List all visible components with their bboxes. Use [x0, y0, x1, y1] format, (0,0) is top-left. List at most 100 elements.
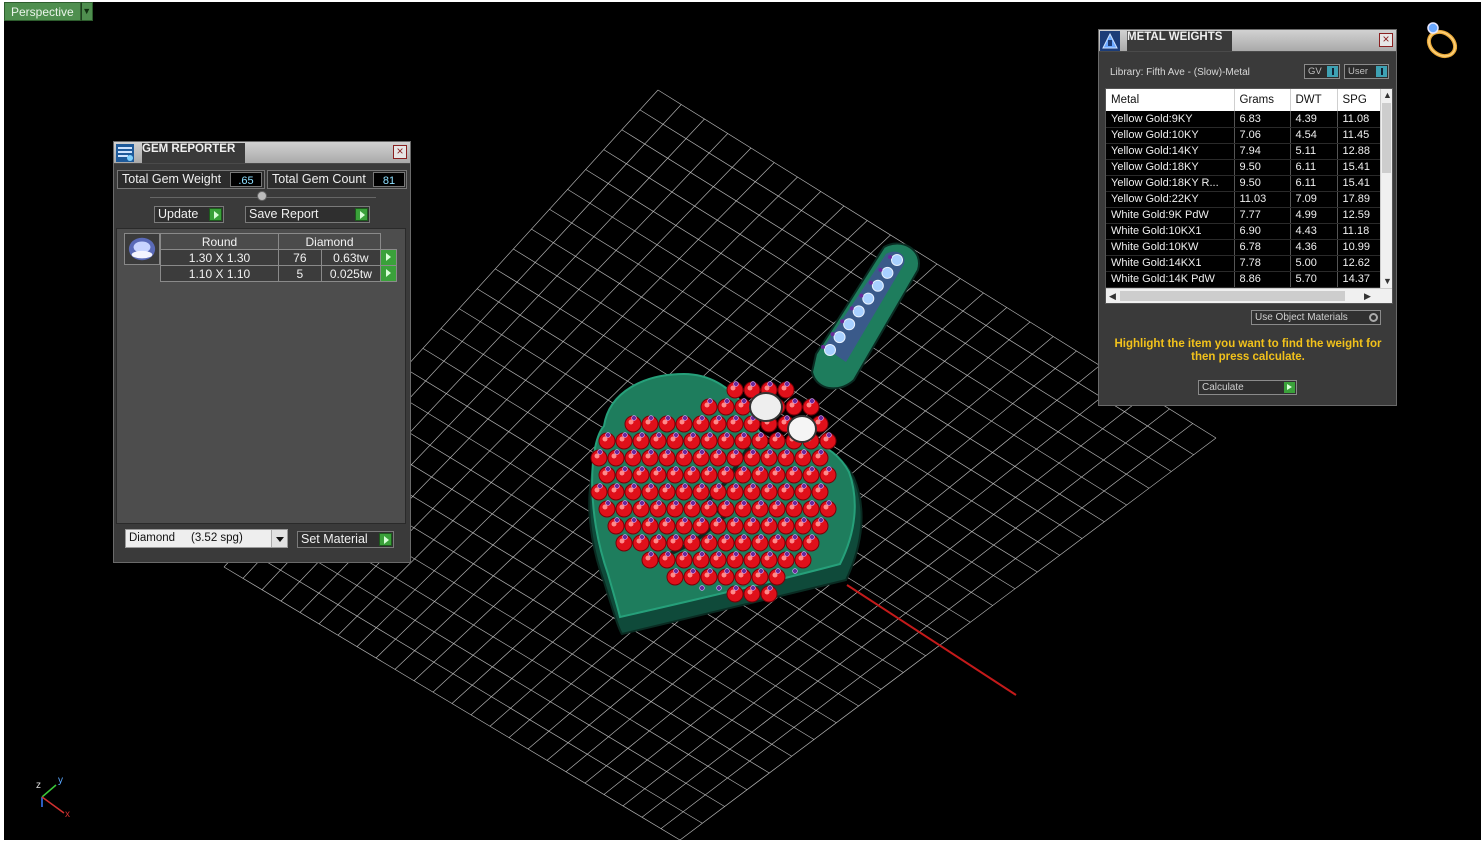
- update-button[interactable]: Update: [154, 206, 224, 223]
- grams-value: 7.78: [1234, 255, 1291, 272]
- save-report-button[interactable]: Save Report: [245, 206, 370, 223]
- metal-row[interactable]: Yellow Gold:18KY 9.50 6.11 15.41: [1106, 159, 1392, 176]
- metal-weights-close-button[interactable]: ×: [1379, 33, 1393, 47]
- user-toggle-label: User: [1348, 66, 1369, 77]
- gem-reporter-titlebar[interactable]: GEM REPORTER ×: [114, 142, 410, 164]
- go-arrow-icon: [209, 208, 222, 221]
- viewport-label[interactable]: Perspective ▼: [4, 2, 93, 21]
- heart-pendant-model[interactable]: [588, 242, 920, 636]
- total-gem-count-value: 81: [373, 172, 405, 187]
- scroll-right-icon[interactable]: ▶: [1364, 291, 1371, 301]
- metal-row[interactable]: White Gold:10KW 6.78 4.36 10.99: [1106, 239, 1392, 256]
- calculate-button-label: Calculate: [1202, 382, 1244, 393]
- view-name[interactable]: Perspective: [4, 2, 81, 21]
- calculate-button[interactable]: Calculate: [1198, 380, 1297, 395]
- metal-name: White Gold:10KW: [1106, 239, 1235, 256]
- gem-report-icon: [116, 144, 134, 162]
- grams-value: 6.78: [1234, 239, 1291, 256]
- metal-weights-titlebar[interactable]: METAL WEIGHTS ×: [1099, 30, 1396, 52]
- toggle-icon: [1376, 66, 1387, 77]
- gem-reporter-panel: GEM REPORTER × Total Gem Weight .65 Tota…: [113, 141, 411, 563]
- dwt-value: 5.70: [1290, 271, 1338, 288]
- grams-value: 11.03: [1234, 191, 1291, 208]
- metal-row[interactable]: White Gold:9K PdW 7.77 4.99 12.59: [1106, 207, 1392, 224]
- round-stone-icon[interactable]: [124, 233, 160, 265]
- metal-row[interactable]: Yellow Gold:10KY 7.06 4.54 11.45: [1106, 127, 1392, 144]
- column-header-metal[interactable]: Metal: [1106, 89, 1235, 111]
- metal-row[interactable]: White Gold:14KX1 7.78 5.00 12.62: [1106, 255, 1392, 272]
- metal-row[interactable]: Yellow Gold:9KY 6.83 4.39 11.08: [1106, 111, 1392, 128]
- axis-y-label: y: [58, 775, 63, 786]
- use-object-materials-label: Use Object Materials: [1255, 312, 1348, 323]
- metal-name: Yellow Gold:10KY: [1106, 127, 1235, 144]
- chevron-down-icon[interactable]: [271, 530, 287, 547]
- splitter-handle[interactable]: [257, 191, 267, 201]
- gem-row[interactable]: 1.10 X 1.10 5 0.025tw: [160, 265, 397, 282]
- material-select-value: Diamond (3.52 spg): [129, 532, 243, 544]
- grams-value: 7.77: [1234, 207, 1291, 224]
- shape-header: Round: [160, 233, 279, 250]
- dwt-value: 5.11: [1290, 143, 1338, 160]
- x-axis-line: [846, 584, 1017, 696]
- metal-name: Yellow Gold:14KY: [1106, 143, 1235, 160]
- metal-row[interactable]: Yellow Gold:14KY 7.94 5.11 12.88: [1106, 143, 1392, 160]
- go-arrow-icon: [1284, 382, 1295, 393]
- update-button-label: Update: [158, 207, 199, 221]
- grams-value: 7.06: [1234, 127, 1291, 144]
- library-label: Library: Fifth Ave - (Slow)-Metal: [1110, 67, 1250, 78]
- scroll-down-icon[interactable]: ▼: [1383, 276, 1392, 286]
- ring-icon[interactable]: [1422, 20, 1462, 62]
- scroll-left-icon[interactable]: ◀: [1109, 291, 1116, 301]
- grams-value: 6.90: [1234, 223, 1291, 240]
- view-dropdown-icon[interactable]: ▼: [80, 2, 93, 21]
- metal-weights-panel: METAL WEIGHTS × Library: Fifth Ave - (Sl…: [1098, 29, 1397, 406]
- go-arrow-icon: [355, 208, 368, 221]
- material-header: Diamond: [278, 233, 381, 250]
- metal-name: Yellow Gold:22KY: [1106, 191, 1235, 208]
- metal-name: Yellow Gold:18KY: [1106, 159, 1235, 176]
- dwt-value: 7.09: [1290, 191, 1338, 208]
- grams-value: 6.83: [1234, 111, 1291, 128]
- save-report-button-label: Save Report: [249, 207, 319, 221]
- set-material-button[interactable]: Set Material: [297, 531, 394, 548]
- gem-table: Round Diamond 1.30 X 1.30 76 0.63tw 1.10…: [160, 233, 397, 282]
- metal-row[interactable]: White Gold:10KX1 6.90 4.43 11.18: [1106, 223, 1392, 240]
- total-gem-weight-value: .65: [230, 172, 262, 187]
- jump-ring-left: [749, 392, 783, 422]
- user-toggle[interactable]: User: [1344, 64, 1389, 79]
- grams-value: 9.50: [1234, 175, 1291, 192]
- grams-value: 9.50: [1234, 159, 1291, 176]
- use-object-materials-button[interactable]: Use Object Materials: [1251, 310, 1381, 325]
- metal-table-grid[interactable]: Metal Grams DWT SPG Yellow Gold:9KY 6.83 4…: [1105, 88, 1393, 304]
- set-material-button-label: Set Material: [301, 532, 368, 546]
- material-select[interactable]: Diamond (3.52 spg): [125, 529, 288, 548]
- total-gem-count-label: Total Gem Count: [272, 172, 366, 186]
- toggle-icon: [1327, 66, 1338, 77]
- gem-count: 5: [278, 265, 322, 282]
- horizontal-scrollbar[interactable]: ◀ ▶: [1106, 288, 1392, 303]
- grams-value: 8.86: [1234, 271, 1291, 288]
- gv-toggle[interactable]: GV: [1304, 64, 1340, 79]
- gv-toggle-label: GV: [1308, 66, 1322, 77]
- dwt-value: 4.36: [1290, 239, 1338, 256]
- gem-weight: 0.025tw: [320, 265, 382, 282]
- metal-name: White Gold:9K PdW: [1106, 207, 1235, 224]
- gem-size: 1.30 X 1.30: [160, 249, 279, 266]
- metal-row[interactable]: Yellow Gold:18KY R... 9.50 6.11 15.41: [1106, 175, 1392, 192]
- metal-row[interactable]: Yellow Gold:22KY 11.03 7.09 17.89: [1106, 191, 1392, 208]
- gem-row[interactable]: 1.30 X 1.30 76 0.63tw: [160, 249, 397, 266]
- scrollbar-thumb[interactable]: [1382, 103, 1391, 173]
- column-header-grams[interactable]: Grams: [1234, 89, 1291, 111]
- vertical-scrollbar[interactable]: ▲ ▼: [1380, 89, 1392, 289]
- jump-ring-right: [787, 415, 817, 443]
- select-gems-button[interactable]: [380, 265, 397, 282]
- column-header-dwt[interactable]: DWT: [1290, 89, 1338, 111]
- metal-row[interactable]: White Gold:14K PdW 8.86 5.70 14.37: [1106, 271, 1392, 288]
- gem-list[interactable]: Round Diamond 1.30 X 1.30 76 0.63tw 1.10…: [116, 228, 406, 524]
- gem-reporter-close-button[interactable]: ×: [393, 145, 407, 159]
- select-gems-button[interactable]: [380, 249, 397, 266]
- scroll-up-icon[interactable]: ▲: [1383, 90, 1392, 100]
- scrollbar-thumb[interactable]: [1120, 291, 1345, 301]
- axis-x-label: x: [65, 809, 70, 820]
- instruction-text: Highlight the item you want to find the …: [1114, 338, 1382, 363]
